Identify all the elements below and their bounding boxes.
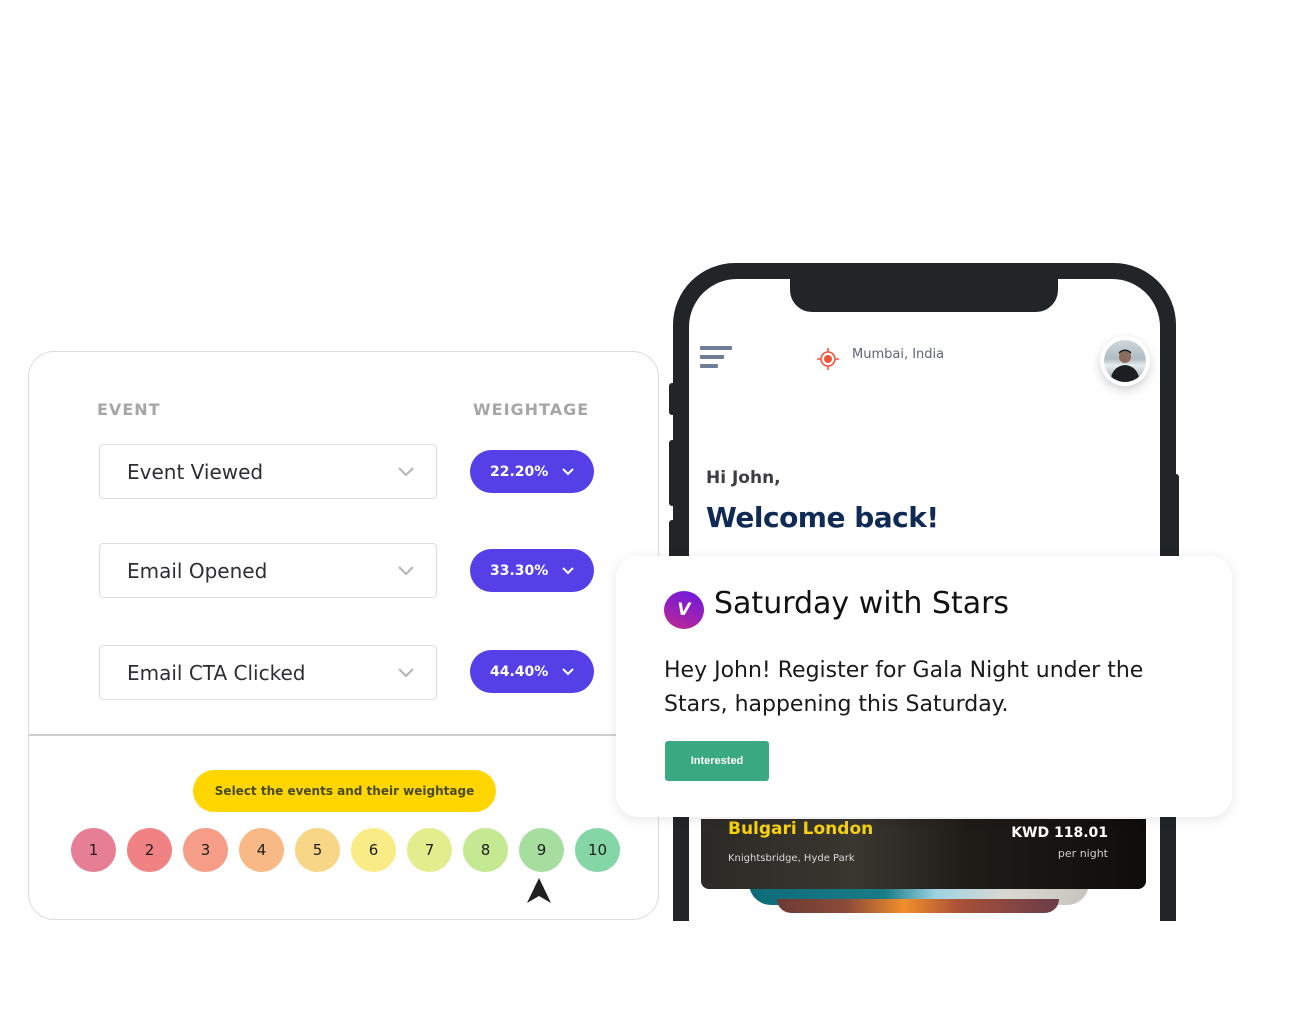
push-notification-card[interactable]: V Saturday with Stars Hey John! Register…: [616, 556, 1232, 817]
phone-side-button: [669, 520, 675, 560]
phone-side-button: [1174, 474, 1179, 564]
event-select-1[interactable]: Event Viewed: [99, 444, 437, 499]
weightage-value: 33.30%: [490, 562, 549, 579]
page-background: [0, 921, 1290, 1009]
hotel-price-unit: per night: [1057, 847, 1108, 860]
phone-side-button: [669, 440, 675, 506]
weightage-select-2[interactable]: 33.30%: [470, 549, 595, 592]
weightage-select-1[interactable]: 22.20%: [470, 450, 595, 493]
user-avatar[interactable]: [1100, 336, 1150, 386]
chevron-down-icon: [562, 467, 575, 475]
weightage-value: 44.40%: [490, 663, 549, 680]
rating-option-4[interactable]: 4: [239, 828, 284, 872]
pointer-cursor-icon: [527, 878, 551, 903]
rating-option-3[interactable]: 3: [183, 828, 228, 872]
rating-option-10[interactable]: 10: [575, 828, 620, 872]
weightage-column-header: WEIGHTAGE: [473, 400, 590, 419]
phone-side-button: [669, 383, 675, 415]
chevron-down-icon: [562, 566, 575, 574]
brand-logo-icon: V: [664, 591, 704, 629]
divider: [29, 734, 617, 736]
rating-option-9[interactable]: 9: [519, 828, 564, 872]
event-select-value: Event Viewed: [127, 459, 264, 484]
interested-button[interactable]: Interested: [665, 741, 769, 781]
chevron-down-icon: [398, 466, 414, 476]
rating-option-6[interactable]: 6: [351, 828, 396, 872]
chevron-down-icon: [562, 667, 575, 675]
notification-body: Hey John! Register for Gala Night under …: [664, 658, 1144, 717]
event-column-header: EVENT: [97, 400, 161, 419]
location-label[interactable]: Mumbai, India: [852, 347, 944, 362]
hotel-name: Bulgari London: [728, 819, 874, 839]
rating-option-8[interactable]: 8: [463, 828, 508, 872]
weightage-select-3[interactable]: 44.40%: [470, 650, 595, 693]
hotel-price: KWD 118.01: [1011, 825, 1108, 841]
hotel-card[interactable]: Bulgari London Knightsbridge, Hyde Park …: [701, 819, 1146, 889]
rating-option-1[interactable]: 1: [71, 828, 116, 872]
greeting-text: Hi John,: [706, 468, 781, 488]
welcome-heading: Welcome back!: [706, 501, 939, 534]
rating-option-7[interactable]: 7: [407, 828, 452, 872]
location-target-icon: [817, 348, 839, 370]
notification-title: Saturday with Stars: [714, 586, 1010, 621]
event-select-2[interactable]: Email Opened: [99, 543, 437, 598]
rating-option-5[interactable]: 5: [295, 828, 340, 872]
rating-scale: 1 2 3 4 5 6 7 8 9 10: [71, 828, 620, 872]
event-select-3[interactable]: Email CTA Clicked: [99, 645, 437, 700]
phone-notch: [790, 279, 1058, 312]
stacked-card-image: [777, 899, 1059, 913]
hamburger-menu-icon[interactable]: [700, 346, 734, 370]
rating-option-2[interactable]: 2: [127, 828, 172, 872]
chevron-down-icon: [398, 565, 414, 575]
hotel-location: Knightsbridge, Hyde Park: [728, 853, 855, 864]
hint-badge: Select the events and their weightage: [193, 770, 496, 812]
avatar-photo: [1104, 340, 1146, 382]
event-select-value: Email CTA Clicked: [127, 660, 306, 685]
event-select-value: Email Opened: [127, 558, 268, 583]
event-weightage-panel: EVENT WEIGHTAGE Event Viewed 22.20% Emai…: [28, 351, 659, 920]
chevron-down-icon: [398, 667, 414, 677]
weightage-value: 22.20%: [490, 463, 549, 480]
